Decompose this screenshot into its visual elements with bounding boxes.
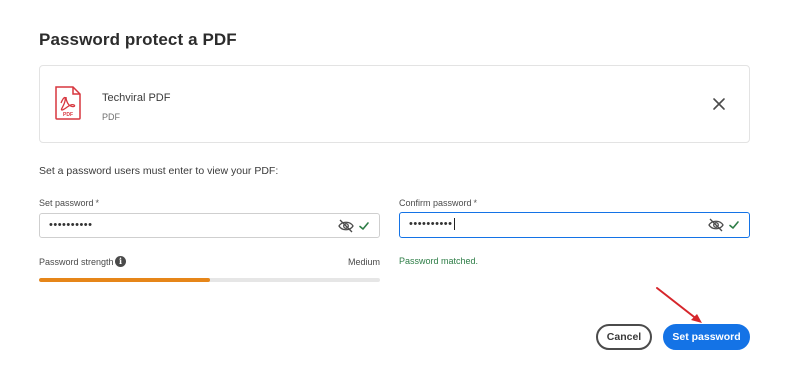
password-strength-value: Medium: [347, 257, 380, 267]
instruction-text: Set a password users must enter to view …: [39, 165, 279, 177]
file-name: Techviral PDF: [102, 92, 171, 104]
password-strength-label: Password strength: [39, 257, 114, 267]
password-strength-fill: [39, 278, 210, 282]
pdf-file-icon: PDF: [55, 86, 81, 120]
text-caret: [453, 218, 455, 231]
required-mark: *: [95, 198, 100, 208]
confirm-password-value: ••••••••••: [409, 218, 455, 231]
close-icon[interactable]: [709, 94, 729, 114]
password-strength-meter: [39, 278, 380, 282]
annotation-arrow-icon: [656, 287, 702, 323]
set-password-label-text: Set password: [39, 198, 94, 208]
svg-text:PDF: PDF: [63, 112, 73, 118]
required-mark: *: [473, 198, 478, 208]
file-type: PDF: [102, 112, 120, 122]
info-icon[interactable]: i: [115, 256, 126, 267]
dialog-title: Password protect a PDF: [39, 30, 237, 49]
cancel-button[interactable]: Cancel: [596, 324, 652, 350]
set-password-field[interactable]: ••••••••••: [39, 213, 380, 238]
password-match-message: Password matched.: [399, 256, 479, 266]
set-password-label: Set password *: [39, 198, 99, 208]
file-card: PDF Techviral PDF PDF: [39, 65, 750, 143]
valid-check-icon: [359, 222, 369, 230]
set-password-button[interactable]: Set password: [663, 324, 750, 350]
confirm-password-label: Confirm password *: [399, 198, 477, 208]
valid-check-icon: [729, 221, 739, 229]
confirm-password-label-text: Confirm password: [399, 198, 472, 208]
confirm-password-field[interactable]: ••••••••••: [399, 212, 750, 238]
confirm-password-dots: ••••••••••: [409, 218, 453, 230]
hide-password-icon[interactable]: [338, 219, 354, 233]
set-password-value: ••••••••••: [49, 219, 93, 231]
hide-password-icon[interactable]: [708, 218, 724, 232]
